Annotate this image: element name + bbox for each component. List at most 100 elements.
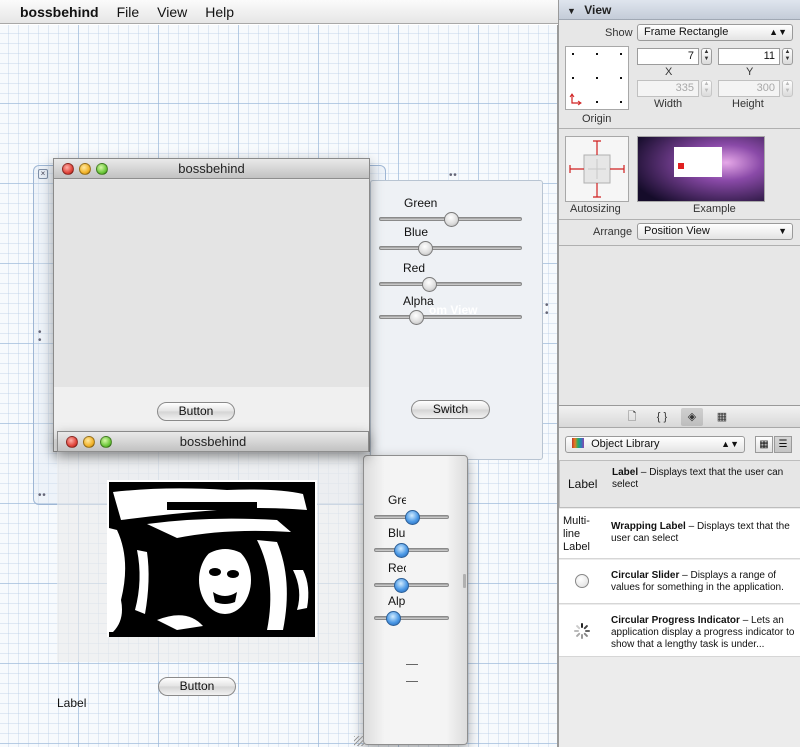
multiline-icon-text: Multi-line Label — [563, 515, 590, 553]
y-stepper[interactable]: ▲ ▼ — [782, 48, 793, 65]
autosizing-label: Autosizing — [570, 203, 621, 215]
label-icon-text: Label — [568, 477, 598, 491]
resize-corner-icon[interactable] — [354, 736, 364, 746]
library-item-desc: Circular Slider – Displays a range of va… — [611, 570, 797, 594]
slider-track[interactable] — [379, 282, 522, 286]
menu-view[interactable]: View — [157, 4, 187, 20]
slider-knob[interactable] — [443, 212, 459, 227]
slider-palette: Gre Blu Rec Alp — [354, 455, 468, 746]
width-field[interactable]: 335 — [637, 80, 699, 97]
palette-sliders: Gre Blu Rec Alp — [364, 456, 467, 626]
library-book-icon — [572, 438, 584, 448]
zoom-window-icon[interactable] — [100, 436, 112, 448]
traffic-lights — [66, 436, 112, 448]
label-field[interactable]: Label — [57, 696, 86, 710]
menu-bar: bossbehind File View Help — [0, 0, 558, 24]
resize-handle-left[interactable]: • • — [38, 328, 41, 346]
slider-knob[interactable] — [394, 578, 410, 593]
library-item-name: Wrapping Label — [611, 521, 686, 532]
slider-knob[interactable] — [394, 543, 410, 558]
slider-track[interactable] — [374, 583, 449, 587]
tab-code-icon[interactable]: { } — [651, 408, 673, 426]
height-stepper[interactable]: ▲ ▼ — [782, 80, 793, 97]
library-item-desc: Wrapping Label – Displays text that the … — [611, 521, 797, 545]
menu-app-name[interactable]: bossbehind — [20, 4, 99, 20]
arrange-popup[interactable]: Position View ▼ — [637, 223, 793, 240]
slider-knob[interactable] — [421, 277, 437, 292]
library-panel: 🗋 { } ◈ ▦ Object Library ▲▼ ▦ ☰ Label La… — [558, 405, 800, 747]
slider-knob[interactable] — [386, 611, 402, 626]
autosizing-control[interactable] — [565, 136, 629, 202]
window-main-titlebar[interactable]: bossbehind — [54, 159, 369, 179]
image-view — [107, 480, 317, 637]
library-item-label[interactable]: Label Label – Displays text that the use… — [559, 460, 800, 508]
library-item-circular-progress[interactable]: Circular Progress Indicator – Lets an ap… — [559, 605, 800, 657]
resize-handle-right[interactable]: • • — [545, 301, 548, 319]
slider-label: Rec — [388, 561, 406, 575]
autosizing-struts-icon — [569, 140, 625, 198]
inspector-header[interactable]: ▼ View — [559, 0, 800, 20]
divider — [559, 219, 800, 220]
slider-track[interactable] — [379, 246, 522, 250]
design-canvas[interactable]: × • • •• • • • • • • •• om View GreenBlu… — [0, 25, 558, 747]
resize-handle-bottom-left[interactable]: • • — [38, 491, 46, 501]
arrange-popup-value: Position View — [644, 225, 710, 237]
library-item-wrapping-label[interactable]: Multi-line Label Wrapping Label – Displa… — [559, 509, 800, 559]
library-item-name: Circular Progress Indicator — [611, 615, 740, 626]
switch-button[interactable]: Switch — [411, 400, 490, 419]
zoom-window-icon[interactable] — [96, 163, 108, 175]
show-popup[interactable]: Frame Rectangle ▲▼ — [637, 24, 793, 41]
window-secondary: bossbehind — [57, 431, 369, 452]
chevron-updown-icon: ▲▼ — [769, 27, 787, 37]
example-preview — [637, 136, 765, 202]
minimize-window-icon[interactable] — [83, 436, 95, 448]
tab-files-icon[interactable]: 🗋 — [621, 408, 643, 426]
list-view-button[interactable]: ☰ — [774, 436, 792, 453]
library-item-desc: Label – Displays text that the user can … — [612, 467, 798, 491]
disclosure-triangle-icon[interactable]: ▼ — [567, 6, 576, 16]
slider-knob[interactable] — [408, 310, 424, 325]
inspector-panel: ▼ View Show Frame Rectangle ▲▼ Origin 7 … — [558, 0, 800, 405]
library-popup[interactable]: Object Library ▲▼ — [565, 436, 745, 453]
window-main-title: bossbehind — [178, 161, 245, 176]
custom-view-sliders: Green Blue Red Alpha — [371, 181, 544, 361]
slider-knob[interactable] — [404, 510, 420, 525]
y-field[interactable]: 11 — [718, 48, 780, 65]
separator-line — [406, 681, 418, 682]
slider-track[interactable] — [374, 548, 449, 552]
slider-knob[interactable] — [417, 241, 433, 256]
close-icon[interactable]: × — [38, 169, 48, 179]
window-secondary-button[interactable]: Button — [158, 677, 236, 696]
chevron-updown-icon: ▲▼ — [721, 439, 739, 449]
window-main-button[interactable]: Button — [157, 402, 235, 421]
slider-track[interactable] — [379, 315, 522, 319]
minimize-window-icon[interactable] — [79, 163, 91, 175]
close-window-icon[interactable] — [62, 163, 74, 175]
resize-handle-top[interactable]: • • — [449, 171, 457, 181]
library-popup-value: Object Library — [591, 438, 660, 450]
origin-control[interactable] — [565, 46, 629, 110]
chevron-down-icon: ▼ — [778, 226, 787, 236]
tab-objects-icon[interactable]: ◈ — [681, 408, 703, 426]
tab-media-icon[interactable]: ▦ — [711, 408, 733, 426]
x-stepper[interactable]: ▲ ▼ — [701, 48, 712, 65]
width-stepper[interactable]: ▲ ▼ — [701, 80, 712, 97]
menu-file[interactable]: File — [117, 4, 140, 20]
window-secondary-title: bossbehind — [179, 434, 247, 449]
slider-label: Blu — [388, 526, 406, 540]
icon-view-button[interactable]: ▦ — [755, 436, 773, 453]
separator-line — [406, 664, 418, 665]
menu-help[interactable]: Help — [205, 4, 234, 20]
window-secondary-content: Button Label — [57, 452, 369, 710]
resize-grip-icon[interactable] — [463, 574, 466, 588]
close-window-icon[interactable] — [66, 436, 78, 448]
x-label: X — [665, 66, 673, 78]
slider-label: Gre — [388, 493, 406, 507]
height-field[interactable]: 300 — [718, 80, 780, 97]
library-item-circular-slider[interactable]: Circular Slider – Displays a range of va… — [559, 560, 800, 604]
library-item-text: – Displays text that the user can select — [612, 467, 784, 490]
x-field[interactable]: 7 — [637, 48, 699, 65]
window-secondary-titlebar[interactable]: bossbehind — [58, 432, 368, 452]
spinner-icon — [574, 623, 590, 639]
slider-label: Blue — [404, 225, 429, 239]
